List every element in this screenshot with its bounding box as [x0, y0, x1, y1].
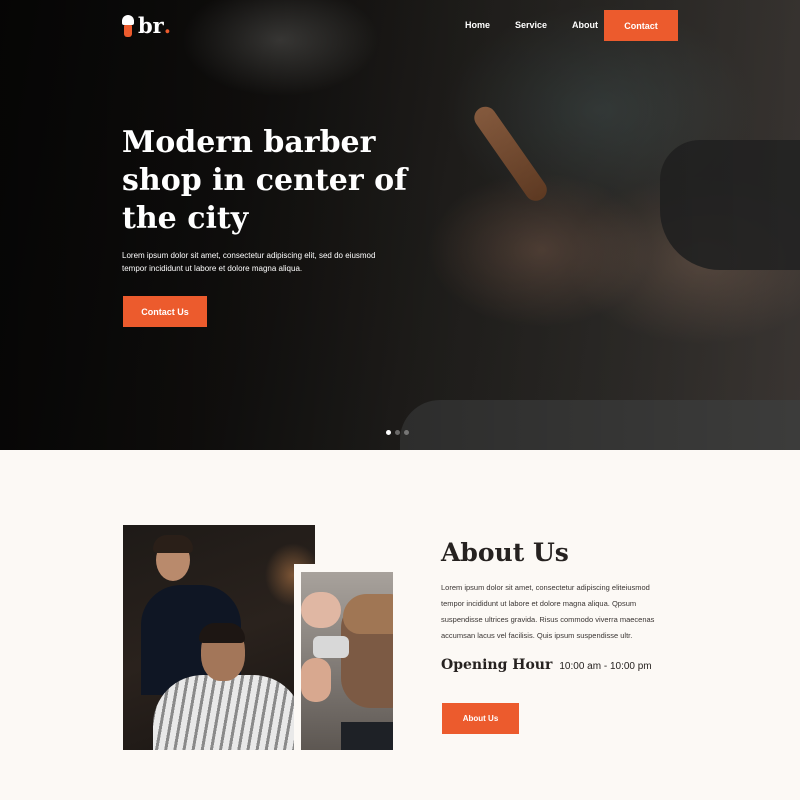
hero-description: Lorem ipsum dolor sit amet, consectetur … [122, 251, 376, 273]
logo[interactable]: br. [122, 13, 171, 38]
contact-us-button[interactable]: Contact Us [123, 296, 207, 327]
nav-service[interactable]: Service [515, 20, 547, 30]
slider-dot[interactable] [395, 430, 400, 435]
contact-button[interactable]: Contact [604, 10, 678, 41]
about-description: Lorem ipsum dolor sit amet, consectetur … [441, 583, 655, 640]
nav-home[interactable]: Home [465, 20, 490, 30]
slider-dot[interactable] [404, 430, 409, 435]
slider-dots [386, 430, 413, 435]
hero-section: br. Home Service About Contact Modern ba… [0, 0, 800, 450]
logo-dot: . [163, 13, 172, 38]
shaving-brush-icon [122, 14, 134, 37]
opening-hour-value: 10:00 am - 10:00 pm [559, 661, 652, 672]
opening-hour-label: Opening Hour [441, 657, 553, 673]
slider-dot[interactable] [386, 430, 391, 435]
haircut-photo [301, 572, 393, 750]
about-title: About Us [441, 538, 569, 567]
logo-text: br [138, 13, 164, 38]
haircut-photo-frame [294, 564, 400, 756]
about-us-button[interactable]: About Us [442, 703, 519, 734]
opening-hours: Opening Hour 10:00 am - 10:00 pm [441, 657, 652, 673]
nav-about[interactable]: About [572, 20, 598, 30]
hero-title: Modern barber shop in center of the city [122, 125, 408, 236]
barber-photo [123, 525, 315, 750]
main-nav: Home Service About [465, 20, 623, 30]
